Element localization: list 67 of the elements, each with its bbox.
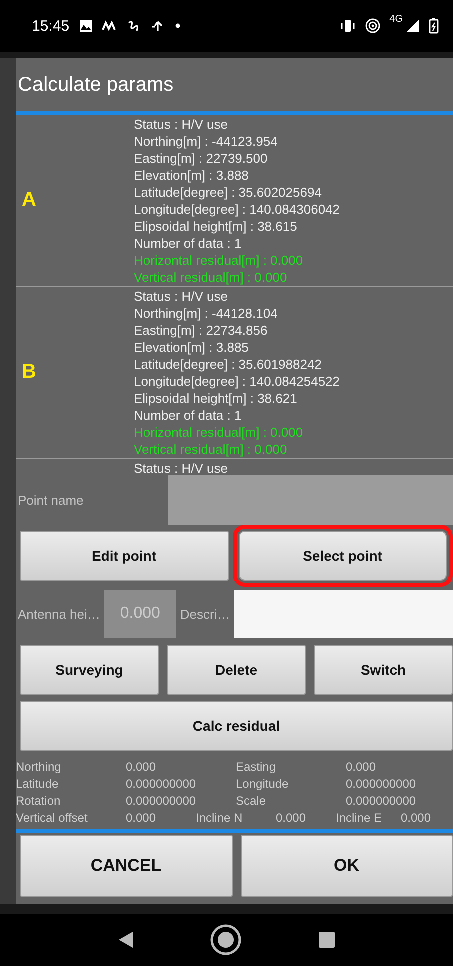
point-detail-text: Northing[m] : -44128.104 bbox=[134, 305, 279, 322]
status-time: 15:45 bbox=[32, 18, 70, 34]
result-value: 0.000 bbox=[346, 759, 378, 776]
network-type: 4G bbox=[390, 14, 403, 25]
image-icon bbox=[78, 19, 93, 33]
result-label: Vertical offset bbox=[16, 810, 89, 827]
point-detail-text: Longitude[degree] : 140.084306042 bbox=[134, 201, 340, 218]
point-detail-text: Vertical residual[m] : 0.000 bbox=[134, 269, 288, 286]
point-name-field[interactable] bbox=[168, 475, 453, 525]
point-button[interactable]: Edit point bbox=[20, 531, 228, 581]
point-detail-text: Latitude[degree] : 35.601988242 bbox=[134, 356, 323, 373]
point-label: A bbox=[22, 189, 36, 212]
point-detail-text: Northing[m] : -44123.954 bbox=[134, 133, 279, 150]
point-detail-text: Elevation[m] : 3.888 bbox=[134, 167, 250, 184]
result-value: 0.000 bbox=[126, 810, 158, 827]
point-detail-text: Vertical residual[m] : 0.000 bbox=[134, 441, 288, 458]
point-detail-text: Easting[m] : 22734.856 bbox=[134, 322, 269, 339]
hotspot-icon bbox=[364, 18, 381, 34]
action-button[interactable]: Delete bbox=[167, 645, 306, 695]
calc-residual-button[interactable]: Calc residual bbox=[20, 701, 453, 751]
description-field[interactable] bbox=[234, 590, 453, 638]
point-detail-text: Elipsoidal height[m] : 38.615 bbox=[134, 218, 298, 235]
dialog-button[interactable]: OK bbox=[240, 835, 453, 897]
point-detail-text: Horizontal residual[m] : 0.000 bbox=[134, 424, 304, 441]
point-detail-text: Number of data : 1 bbox=[134, 407, 243, 424]
vibrate-icon bbox=[340, 19, 356, 33]
dialog-button[interactable]: CANCEL bbox=[20, 835, 232, 897]
battery-icon bbox=[429, 18, 439, 34]
result-label: Latitude bbox=[16, 776, 60, 793]
result-label: Northing bbox=[16, 759, 62, 776]
result-label: Incline N bbox=[196, 810, 244, 827]
result-label: Incline E bbox=[336, 810, 384, 827]
result-label: Scale bbox=[236, 793, 268, 810]
point-detail-text: Elevation[m] : 3.885 bbox=[134, 339, 250, 356]
dot-icon bbox=[174, 23, 181, 29]
point-detail-text: Latitude[degree] : 35.602025694 bbox=[134, 184, 323, 201]
signature-icon bbox=[126, 19, 141, 33]
result-value: 0.000000000 bbox=[346, 776, 418, 793]
home-icon[interactable] bbox=[210, 924, 242, 956]
action-button[interactable]: Surveying bbox=[20, 645, 159, 695]
result-value: 0.000000000 bbox=[126, 776, 198, 793]
signal-icon bbox=[406, 19, 420, 33]
recents-icon[interactable] bbox=[318, 932, 335, 948]
point-detail-text: Easting[m] : 22739.500 bbox=[134, 150, 269, 167]
result-value: 0.000 bbox=[401, 810, 432, 827]
point-name-label: Point name bbox=[17, 492, 85, 508]
dialog-title: Calculate params bbox=[17, 73, 175, 98]
result-value: 0.000 bbox=[276, 810, 308, 827]
action-button[interactable]: Switch bbox=[314, 645, 453, 695]
result-label: Rotation bbox=[16, 793, 62, 810]
result-value: 0.000000000 bbox=[346, 793, 418, 810]
point-detail-text: Elipsoidal height[m] : 38.621 bbox=[134, 390, 298, 407]
point-detail-text: Status : H/V use bbox=[134, 288, 229, 305]
point-detail-text: Number of data : 1 bbox=[134, 235, 243, 252]
antenna-height-label: Antenna hei… bbox=[17, 606, 102, 622]
result-label: Longitude bbox=[236, 776, 290, 793]
result-label: Easting bbox=[236, 759, 278, 776]
point-detail-text: Status : H/V use bbox=[134, 460, 228, 473]
point-detail-text: Longitude[degree] : 140.084254522 bbox=[134, 373, 340, 390]
point-detail-text: Status : H/V use bbox=[134, 116, 229, 133]
point-detail-text: Horizontal residual[m] : 0.000 bbox=[134, 252, 304, 269]
wave-icon bbox=[102, 20, 118, 32]
back-icon[interactable] bbox=[118, 931, 134, 949]
result-value: 0.000000000 bbox=[126, 793, 198, 810]
description-label: Descri… bbox=[179, 606, 232, 622]
result-value: 0.000 bbox=[126, 759, 158, 776]
point-label: B bbox=[22, 361, 36, 384]
